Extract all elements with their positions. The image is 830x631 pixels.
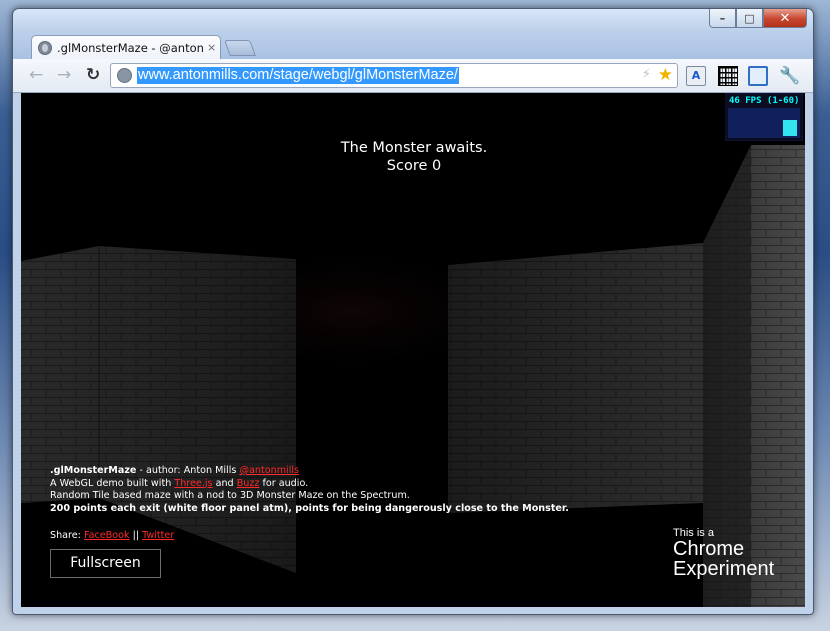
maximize-button[interactable]: □	[736, 9, 763, 28]
globe-icon	[38, 40, 52, 55]
share-label: Share:	[50, 530, 84, 541]
url-text[interactable]: www.antonmills.com/stage/webgl/glMonster…	[137, 67, 459, 84]
address-bar[interactable]: www.antonmills.com/stage/webgl/glMonster…	[110, 63, 678, 88]
share-separator: ||	[129, 530, 143, 541]
star-icon[interactable]: ★	[658, 65, 673, 85]
new-tab-button[interactable]	[224, 40, 256, 56]
badge-experiment-text: Experiment	[673, 558, 775, 580]
author-link[interactable]: @antonmills	[239, 465, 299, 476]
tech-suffix: for audio.	[259, 477, 309, 489]
buzz-link[interactable]: Buzz	[237, 478, 260, 489]
webgl-viewport[interactable]: The Monster awaits. Score 0 46 FPS (1-60…	[21, 93, 805, 607]
score-text: Score 0	[386, 158, 442, 174]
browser-toolbar: ← → ↻ www.antonmills.com/stage/webgl/glM…	[13, 59, 813, 93]
tab-close-icon[interactable]: ×	[207, 41, 216, 54]
reload-button[interactable]: ↻	[86, 65, 100, 85]
title-bar: – □ ✕ .glMonsterMaze - @antonm ×	[13, 9, 813, 59]
bolt-icon: ⚡	[641, 67, 651, 82]
window-controls: – □ ✕	[709, 9, 807, 28]
browser-tab[interactable]: .glMonsterMaze - @antonm ×	[31, 35, 221, 59]
tech-mid: and	[212, 477, 237, 489]
info-line-scoring: 200 points each exit (white floor panel …	[50, 503, 569, 516]
screen-capture-icon[interactable]	[748, 66, 768, 86]
twitter-link[interactable]: Twitter	[142, 530, 174, 541]
threejs-link[interactable]: Three.js	[174, 478, 212, 489]
status-message: The Monster awaits.	[340, 140, 488, 156]
info-line-tech: A WebGL demo built with Three.js and Buz…	[50, 478, 569, 491]
chrome-experiment-badge[interactable]: This is a Chrome Experiment	[673, 527, 774, 579]
fps-bar	[783, 120, 797, 136]
game-status: The Monster awaits. Score 0	[21, 139, 805, 175]
forward-button[interactable]: →	[57, 65, 71, 85]
scoring-text: 200 points each exit (white floor panel …	[50, 502, 569, 514]
tech-prefix: A WebGL demo built with	[50, 477, 175, 489]
wrench-icon[interactable]: 🔧	[779, 66, 800, 86]
fps-counter: 46 FPS (1-60)	[725, 93, 803, 141]
author-label: - author: Anton Mills	[136, 465, 240, 476]
back-button[interactable]: ←	[29, 65, 43, 85]
translate-icon[interactable]: A	[686, 66, 706, 86]
app-name: .glMonsterMaze	[50, 465, 137, 476]
close-window-button[interactable]: ✕	[763, 9, 807, 28]
tab-title: .glMonsterMaze - @antonm	[57, 40, 203, 55]
badge-chrome-text: Chrome	[673, 538, 745, 560]
info-line-description: Random Tile based maze with a nod to 3D …	[50, 490, 410, 502]
fullscreen-button[interactable]: Fullscreen	[50, 549, 161, 578]
globe-icon	[117, 68, 132, 83]
info-line-author: .glMonsterMaze - author: Anton Mills @an…	[50, 465, 569, 478]
fps-graph	[728, 108, 800, 138]
fps-label: 46 FPS (1-60)	[729, 96, 800, 106]
facebook-link[interactable]: FaceBook	[84, 530, 130, 541]
browser-window: – □ ✕ .glMonsterMaze - @antonm × ← → ↻ w…	[12, 8, 814, 615]
share-row: Share: FaceBook || Twitter	[50, 530, 174, 541]
info-panel: .glMonsterMaze - author: Anton Mills @an…	[50, 465, 569, 515]
qr-code-icon[interactable]	[718, 66, 738, 86]
minimize-button[interactable]: –	[709, 9, 736, 28]
